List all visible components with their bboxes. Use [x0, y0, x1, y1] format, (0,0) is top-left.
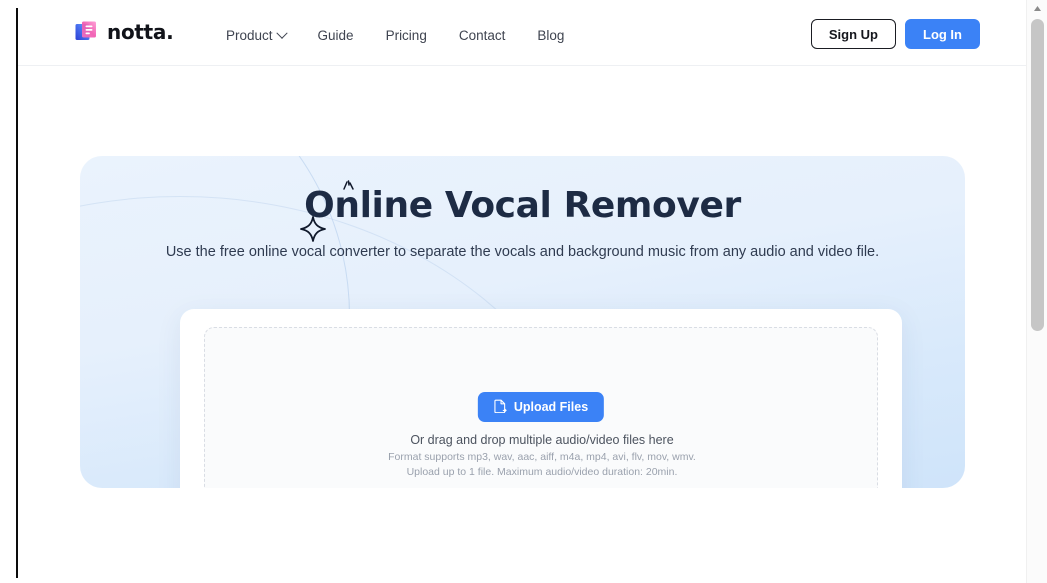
browser-left-edge	[0, 0, 18, 583]
scrollbar-up-arrow-icon[interactable]	[1027, 0, 1047, 17]
notta-logo-icon	[74, 19, 100, 45]
page-subtitle: Use the free online vocal converter to s…	[165, 244, 880, 260]
nav-label-product: Product	[226, 28, 273, 43]
chevron-down-icon	[275, 27, 288, 39]
upload-limit-text: Upload up to 1 file. Maximum audio/video…	[406, 466, 678, 478]
nav-item-contact[interactable]: Contact	[443, 24, 522, 47]
file-dropzone[interactable]: Upload Files Or drag and drop multiple a…	[204, 327, 878, 488]
nav-label-blog: Blog	[537, 28, 565, 43]
nav-label-contact: Contact	[458, 28, 506, 43]
nav-item-product[interactable]: Product	[210, 24, 302, 47]
upload-files-button[interactable]: Upload Files	[477, 392, 605, 422]
scrollbar-track[interactable]	[1031, 333, 1044, 583]
site-header: notta. Product Guide Pricing Contact Blo…	[18, 0, 1026, 66]
nav-label-guide: Guide	[317, 28, 354, 43]
upload-card: Upload Files Or drag and drop multiple a…	[180, 309, 902, 488]
page-title: Online Vocal Remover	[304, 185, 741, 226]
page-scrollbar[interactable]	[1026, 0, 1047, 583]
nav-label-pricing: Pricing	[385, 28, 427, 43]
scrollbar-thumb[interactable]	[1031, 19, 1044, 331]
hero-section: Online Vocal Remover Use the free online…	[80, 156, 965, 488]
format-support-text: Format supports mp3, wav, aac, aiff, m4a…	[388, 451, 696, 463]
sign-up-button[interactable]: Sign Up	[810, 19, 896, 49]
upload-button-label: Upload Files	[513, 400, 589, 414]
log-in-button[interactable]: Log In	[905, 19, 980, 49]
drag-drop-hint: Or drag and drop multiple audio/video fi…	[410, 433, 674, 447]
site-logo[interactable]: notta.	[74, 19, 174, 45]
page-viewport: notta. Product Guide Pricing Contact Blo…	[18, 0, 1026, 583]
browser-window: notta. Product Guide Pricing Contact Blo…	[0, 0, 1047, 583]
file-upload-icon	[494, 399, 507, 416]
auth-buttons: Sign Up Log In	[810, 19, 980, 49]
main-navigation: Product Guide Pricing Contact Blog	[210, 24, 580, 47]
nav-item-guide[interactable]: Guide	[302, 24, 370, 47]
nav-item-pricing[interactable]: Pricing	[370, 24, 443, 47]
nav-item-blog[interactable]: Blog	[521, 24, 580, 47]
logo-text: notta.	[107, 20, 174, 44]
